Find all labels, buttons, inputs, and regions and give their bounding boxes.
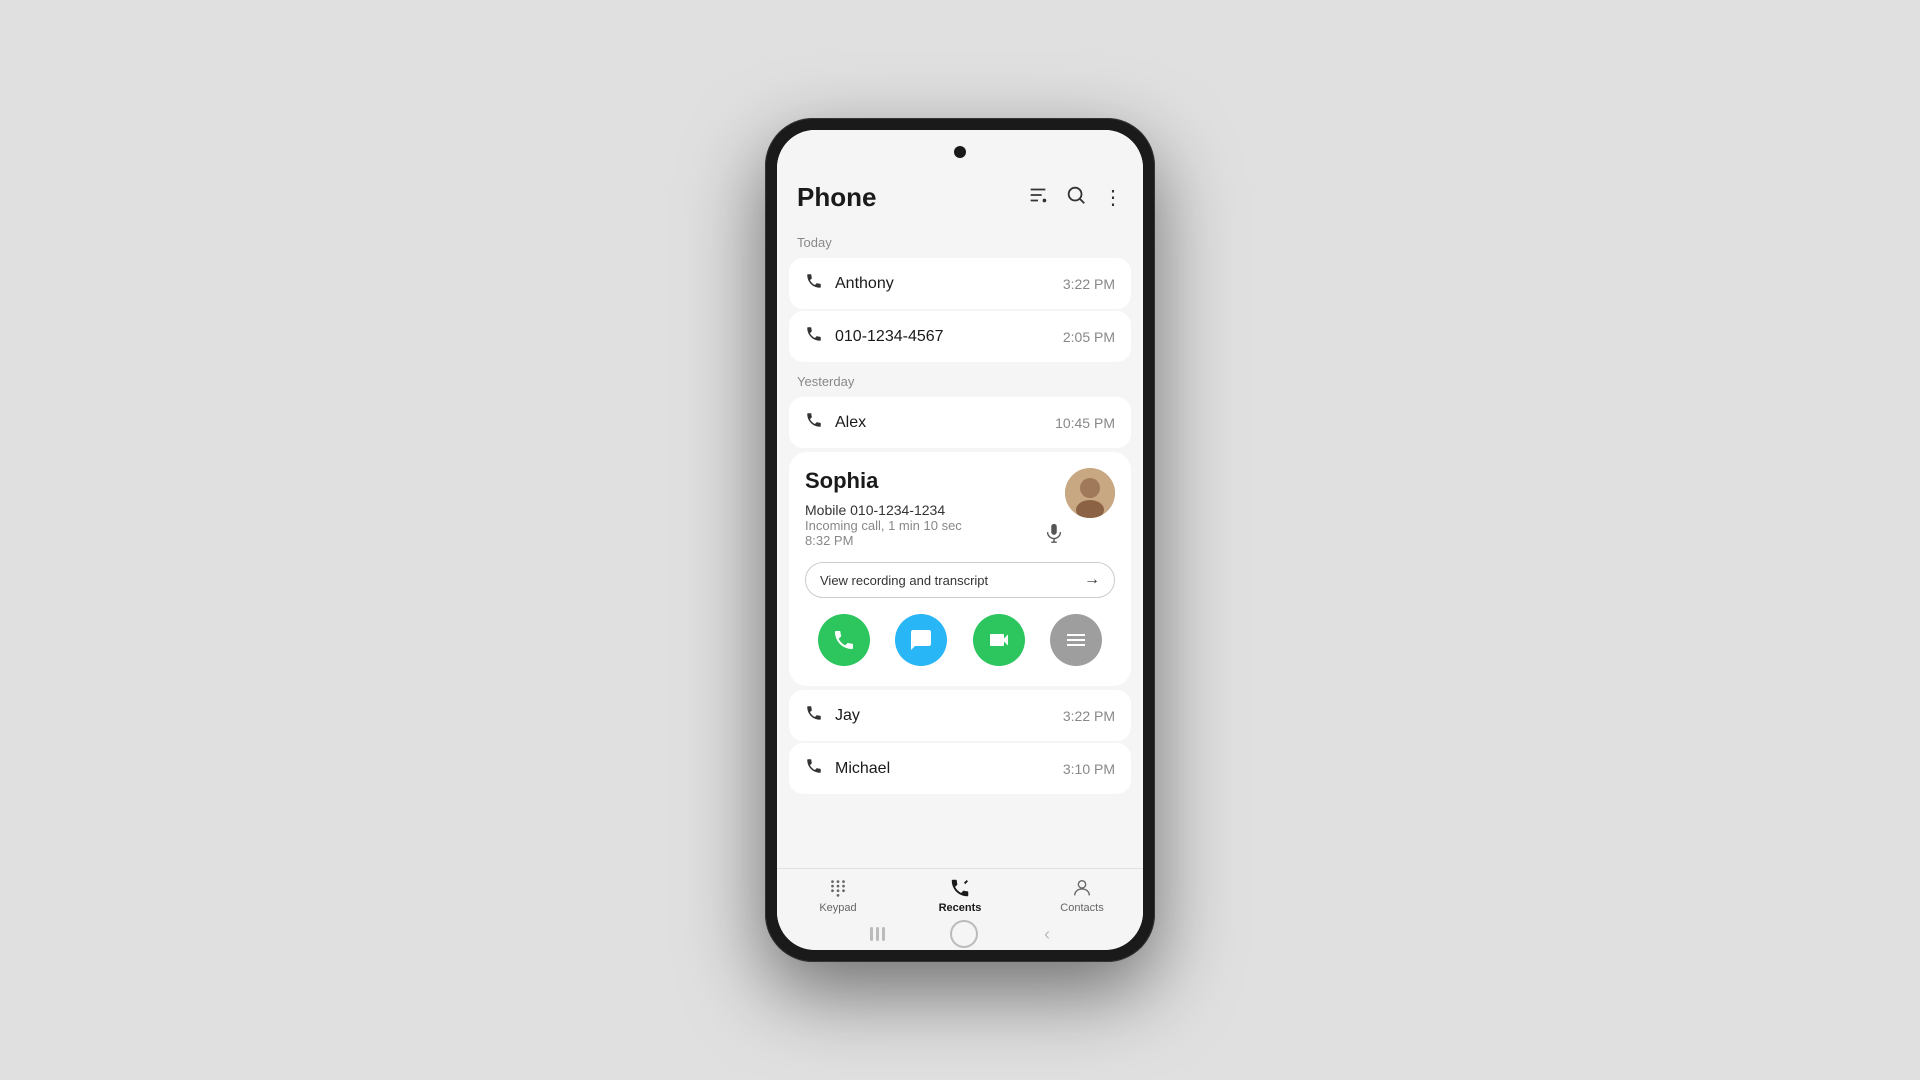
- sophia-name: Sophia: [805, 468, 1065, 494]
- call-time-alex: 10:45 PM: [1055, 415, 1115, 431]
- call-name-anthony: Anthony: [835, 275, 894, 293]
- call-name-alex: Alex: [835, 414, 866, 432]
- call-name-number: 010-1234-4567: [835, 328, 944, 346]
- call-phone-icon-alex: [805, 411, 823, 434]
- nav-keypad[interactable]: Keypad: [777, 877, 899, 914]
- call-time-anthony: 3:22 PM: [1063, 276, 1115, 292]
- today-label: Today: [777, 225, 1143, 256]
- home-button[interactable]: [950, 920, 978, 948]
- call-item-left-alex: Alex: [805, 411, 866, 434]
- call-item-alex[interactable]: Alex 10:45 PM: [789, 397, 1131, 448]
- arrow-right-icon: →: [1084, 571, 1100, 589]
- call-item-left-number: 010-1234-4567: [805, 325, 944, 348]
- bottom-nav: Keypad Recents Contacts: [777, 868, 1143, 918]
- home-indicator: ‹: [777, 918, 1143, 950]
- app-title: Phone: [797, 182, 876, 213]
- view-recording-label: View recording and transcript: [820, 573, 988, 588]
- call-time-number: 2:05 PM: [1063, 329, 1115, 345]
- header-icons: ⋮: [1027, 184, 1123, 212]
- more-button[interactable]: [1050, 614, 1102, 666]
- scroll-content: Today Anthony 3:22 PM: [777, 225, 1143, 868]
- sophia-header: Sophia Mobile 010-1234-1234 Incoming cal…: [805, 468, 1115, 552]
- call-phone-icon-anthony: [805, 272, 823, 295]
- nav-recents[interactable]: Recents: [899, 877, 1021, 914]
- call-time-jay: 3:22 PM: [1063, 708, 1115, 724]
- call-item-left-jay: Jay: [805, 704, 860, 727]
- call-name-jay: Jay: [835, 707, 860, 725]
- back-button[interactable]: ‹: [1044, 924, 1050, 945]
- video-button[interactable]: [973, 614, 1025, 666]
- app-header: Phone ⋮: [777, 174, 1143, 225]
- mic-icon: [1043, 522, 1065, 544]
- call-item-jay[interactable]: Jay 3:22 PM: [789, 690, 1131, 741]
- call-item-anthony[interactable]: Anthony 3:22 PM: [789, 258, 1131, 309]
- yesterday-label: Yesterday: [777, 364, 1143, 395]
- call-item-number[interactable]: 010-1234-4567 2:05 PM: [789, 311, 1131, 362]
- search-icon[interactable]: [1065, 184, 1087, 212]
- call-item-left-michael: Michael: [805, 757, 890, 780]
- sophia-avatar: [1065, 468, 1115, 518]
- phone-screen: Phone ⋮: [777, 130, 1143, 950]
- nav-contacts-label: Contacts: [1060, 902, 1103, 914]
- sophia-call-info-row: Incoming call, 1 min 10 sec 8:32 PM: [805, 518, 1065, 548]
- call-item-left: Anthony: [805, 272, 894, 295]
- call-phone-icon-michael: [805, 757, 823, 780]
- more-icon[interactable]: ⋮: [1103, 185, 1123, 210]
- nav-recents-label: Recents: [939, 902, 982, 914]
- sophia-details: Mobile 010-1234-1234 Incoming call, 1 mi…: [805, 502, 1065, 548]
- sophia-card[interactable]: Sophia Mobile 010-1234-1234 Incoming cal…: [789, 452, 1131, 686]
- view-recording-button[interactable]: View recording and transcript →: [805, 562, 1115, 598]
- nav-keypad-label: Keypad: [819, 902, 856, 914]
- sophia-call-desc: Incoming call, 1 min 10 sec 8:32 PM: [805, 518, 962, 548]
- nav-contacts[interactable]: Contacts: [1021, 877, 1143, 914]
- call-phone-icon-number: [805, 325, 823, 348]
- phone-frame: Phone ⋮: [765, 118, 1155, 962]
- sophia-number: Mobile 010-1234-1234: [805, 502, 1065, 518]
- call-item-michael[interactable]: Michael 3:10 PM: [789, 743, 1131, 794]
- call-name-michael: Michael: [835, 760, 890, 778]
- recent-apps-icon[interactable]: [870, 927, 885, 941]
- filter-icon[interactable]: [1027, 184, 1049, 212]
- status-bar: [777, 130, 1143, 174]
- sophia-action-buttons: [805, 608, 1115, 670]
- call-button[interactable]: [818, 614, 870, 666]
- message-button[interactable]: [895, 614, 947, 666]
- call-phone-icon-jay: [805, 704, 823, 727]
- camera-dot: [954, 146, 966, 158]
- call-time-michael: 3:10 PM: [1063, 761, 1115, 777]
- sophia-left-info: Sophia Mobile 010-1234-1234 Incoming cal…: [805, 468, 1065, 552]
